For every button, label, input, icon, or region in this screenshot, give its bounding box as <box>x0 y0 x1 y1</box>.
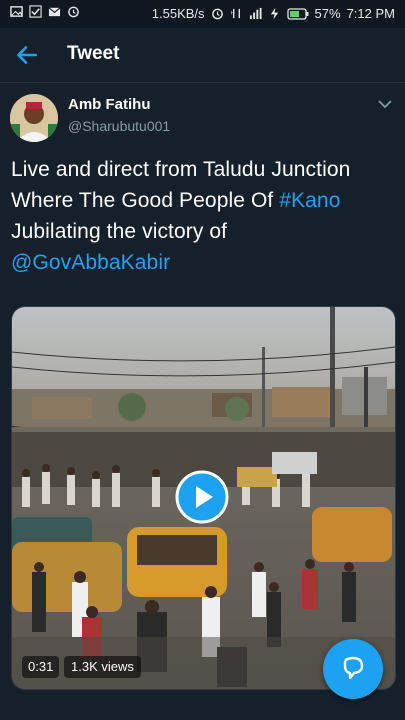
alarm-clock-icon <box>211 8 223 20</box>
video-views: 1.3K views <box>64 656 141 678</box>
signal-icon <box>249 7 262 20</box>
author-name[interactable]: Amb Fatihu <box>68 96 151 113</box>
hashtag-link[interactable]: #Kano <box>279 189 340 212</box>
avatar-image <box>10 94 58 142</box>
reply-bubble-icon <box>343 656 364 680</box>
charging-icon <box>270 7 278 20</box>
chevron-down-icon[interactable] <box>377 98 393 110</box>
bottom-strip <box>0 708 405 720</box>
author-handle[interactable]: @Sharubutu001 <box>68 118 170 134</box>
play-button[interactable] <box>175 470 229 524</box>
avatar[interactable] <box>10 94 58 142</box>
gallery-icon <box>10 6 23 17</box>
tweet-line-1: Live and direct from Taludu Junction <box>11 158 351 181</box>
alarm-icon <box>68 6 79 18</box>
battery-percent: 57% <box>314 6 341 21</box>
clock: 7:12 PM <box>346 6 395 21</box>
status-left-icons <box>10 5 80 18</box>
battery-icon <box>286 7 309 20</box>
status-bar: 1.55KB/s H 57% 7:12 PM <box>0 0 405 28</box>
network-speed: 1.55KB/s <box>151 6 205 21</box>
mention-link[interactable]: @GovAbbaKabir <box>11 251 170 274</box>
tweet-line-2: Where The Good People Of <box>11 189 280 212</box>
tweet-line-3: Jubilating the victory of <box>11 220 228 243</box>
email-icon <box>48 7 61 17</box>
svg-text:H: H <box>230 10 234 16</box>
check-icon <box>29 5 42 18</box>
arrow-left-icon[interactable] <box>14 42 40 68</box>
data-icon: H <box>230 8 240 19</box>
app-header: Tweet <box>0 28 405 83</box>
video-duration: 0:31 <box>22 656 60 678</box>
tweet-text: Live and direct from Taludu Junction Whe… <box>11 154 396 278</box>
reply-fab-button[interactable] <box>323 639 383 699</box>
status-right-icons: 1.55KB/s H 57% 7:12 PM <box>152 6 395 21</box>
page-title: Tweet <box>67 43 120 64</box>
